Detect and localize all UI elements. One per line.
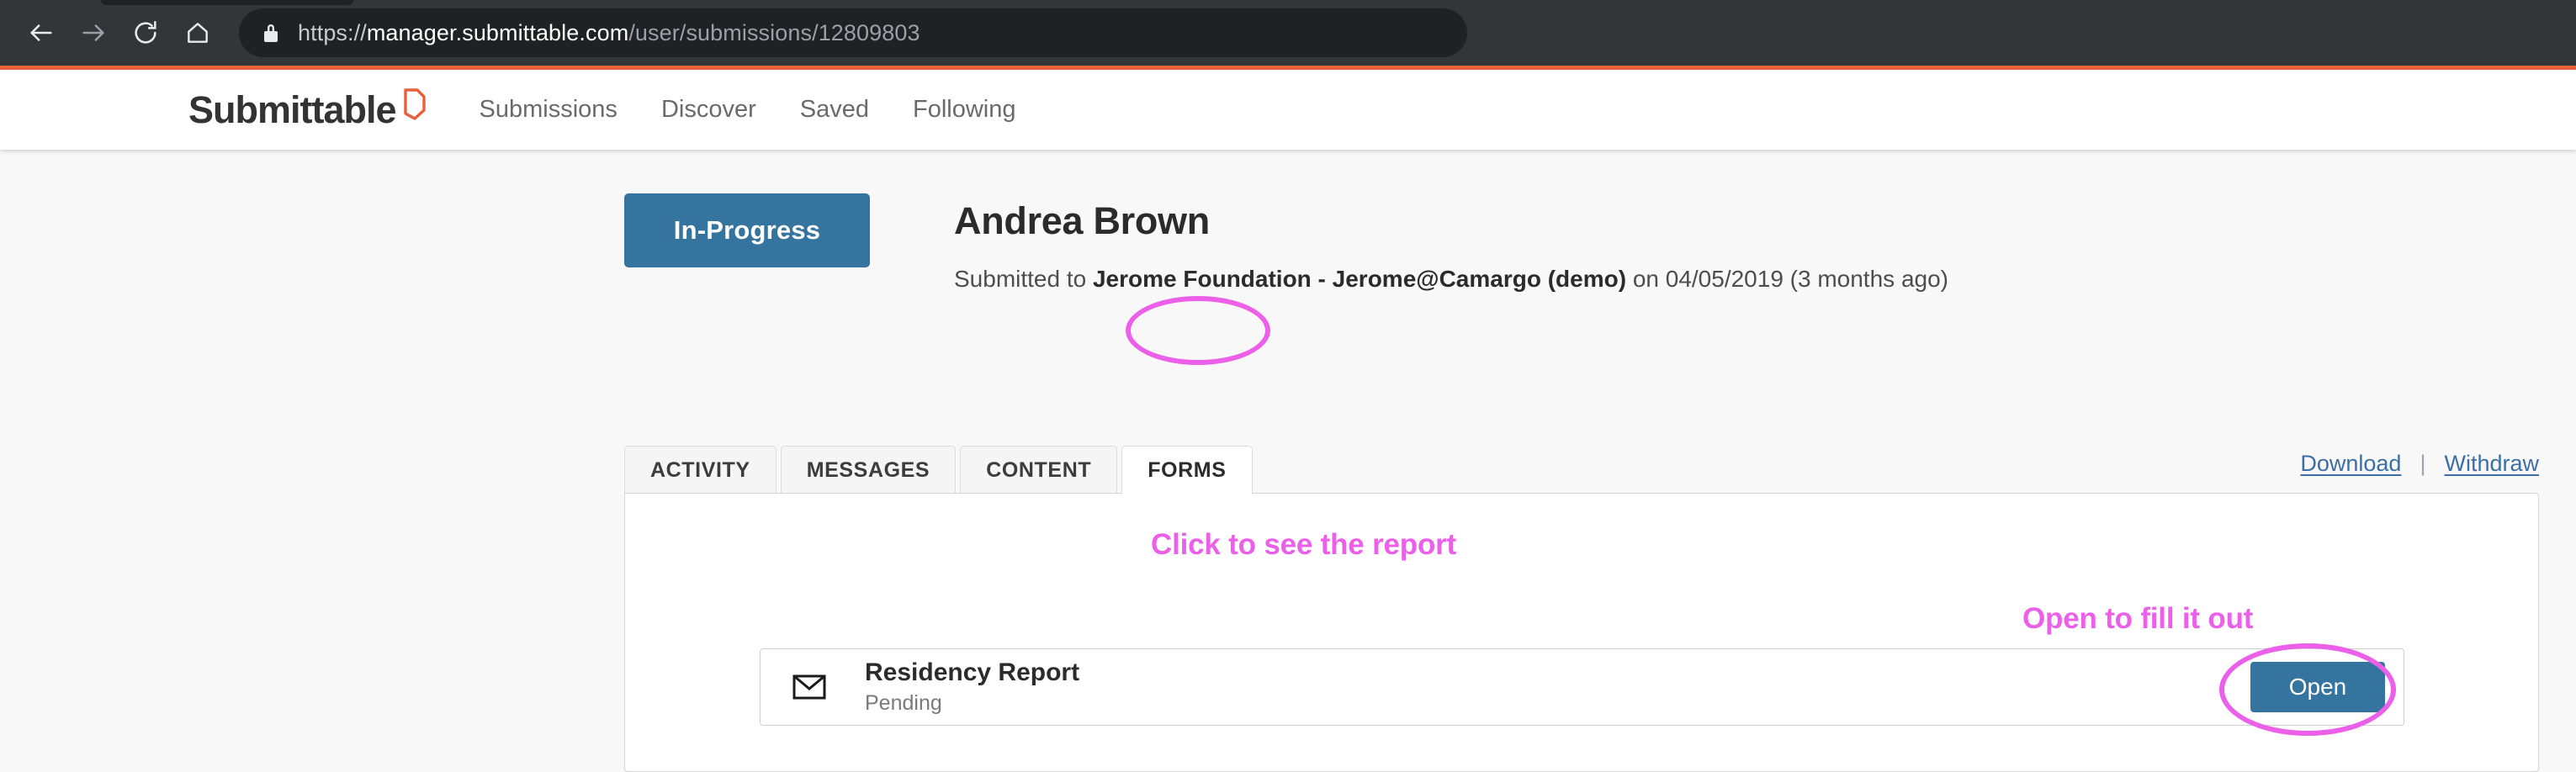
action-separator: | (2420, 451, 2426, 476)
nav-item-following[interactable]: Following (913, 96, 1016, 124)
url-bar[interactable]: https://manager.submittable.com/user/sub… (239, 8, 1467, 57)
submission-meta-suffix: on 04/05/2019 (3 months ago) (1626, 265, 1948, 292)
url-scheme: https:// (298, 19, 367, 45)
submission-header-text: Andrea Brown Submitted to Jerome Foundat… (954, 193, 1948, 293)
tab-list: ACTIVITY MESSAGES CONTENT FORMS (624, 446, 2539, 494)
annotation-open-note: Open to fill it out (2022, 602, 2254, 635)
submittable-logo[interactable]: Submittable (188, 88, 427, 131)
submittable-logo-mark (402, 87, 427, 125)
page-body: In-Progress Andrea Brown Submitted to Je… (0, 150, 2576, 772)
main-nav: Submissions Discover Saved Following (480, 96, 1016, 124)
forward-arrow-icon[interactable] (67, 7, 119, 59)
envelope-icon (792, 674, 826, 700)
submission-meta-prefix: Submitted to (954, 265, 1093, 292)
brand-wordmark: Submittable (188, 88, 397, 131)
tab-activity[interactable]: ACTIVITY (624, 446, 777, 494)
submission-actions: Download | Withdraw (2300, 451, 2539, 477)
lock-icon (261, 21, 281, 45)
reload-icon[interactable] (119, 7, 172, 59)
home-icon[interactable] (172, 7, 224, 59)
open-button[interactable]: Open (2250, 662, 2385, 712)
tab-forms[interactable]: FORMS (1121, 446, 1253, 494)
form-row-text: Residency Report Pending (865, 658, 1079, 716)
tab-messages[interactable]: MESSAGES (780, 446, 957, 494)
site-header: Submittable Submissions Discover Saved F… (0, 70, 2576, 150)
withdraw-link[interactable]: Withdraw (2444, 451, 2539, 477)
download-link[interactable]: Download (2300, 451, 2401, 477)
status-badge: In-Progress (624, 193, 870, 267)
submission-meta: Submitted to Jerome Foundation - Jerome@… (954, 266, 1948, 293)
browser-tab-stub[interactable] (101, 0, 353, 5)
back-arrow-icon[interactable] (15, 7, 67, 59)
submission-org: Jerome Foundation - Jerome@Camargo (demo… (1092, 265, 1627, 292)
submission-header: In-Progress Andrea Brown Submitted to Je… (624, 193, 1948, 293)
browser-chrome: https://manager.submittable.com/user/sub… (0, 0, 2576, 66)
url-path: /user/submissions/12809803 (628, 19, 920, 45)
tab-content[interactable]: CONTENT (960, 446, 1118, 494)
page-title: Andrea Brown (954, 199, 1210, 242)
url-host: manager.submittable.com (366, 19, 629, 45)
url-text: https://manager.submittable.com/user/sub… (298, 20, 920, 46)
nav-item-discover[interactable]: Discover (661, 96, 756, 124)
nav-item-submissions[interactable]: Submissions (480, 96, 617, 124)
form-row[interactable]: Residency Report Pending Open (760, 648, 2404, 726)
form-status: Pending (865, 690, 942, 715)
tabs-row: ACTIVITY MESSAGES CONTENT FORMS Download… (624, 446, 2539, 494)
form-title: Residency Report (865, 658, 1080, 687)
annotation-forms-note: Click to see the report (1151, 528, 1457, 561)
nav-item-saved[interactable]: Saved (800, 96, 869, 124)
